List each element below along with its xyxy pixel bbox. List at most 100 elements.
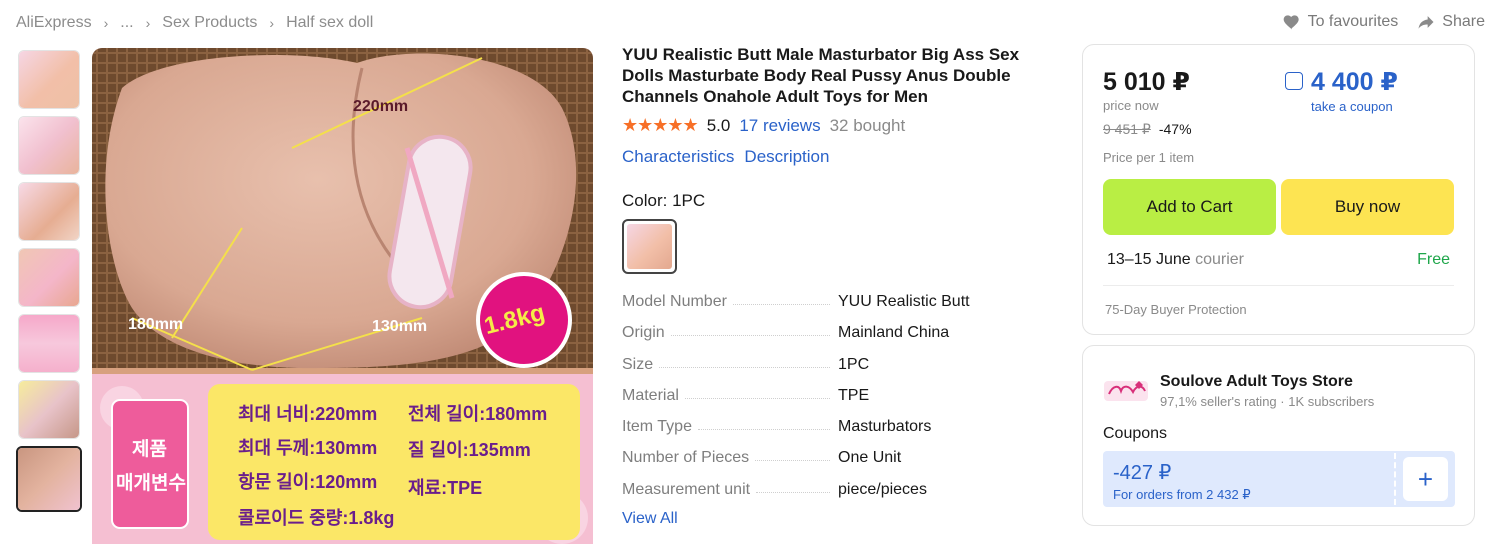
spec-key: Model Number	[622, 293, 733, 311]
breadcrumb-item-current[interactable]: Half sex doll	[286, 14, 373, 32]
subscriber-count: 1K subscribers	[1288, 394, 1375, 409]
delivery-cost: Free	[1417, 251, 1450, 268]
spec-line: 질 길이:135mm	[408, 440, 531, 460]
old-price-row: 9 451 ₽ -47%	[1103, 121, 1192, 138]
tab-description[interactable]: Description	[744, 147, 829, 167]
share-button[interactable]: Share	[1416, 12, 1485, 32]
spec-value: Mainland China	[838, 324, 950, 342]
thumbnail-6[interactable]	[18, 380, 80, 439]
seller-rating: 97,1% seller's rating	[1160, 394, 1277, 409]
delivery-method: courier	[1195, 251, 1244, 268]
breadcrumb: AliExpress › ... › Sex Products › Half s…	[16, 12, 373, 34]
add-coupon-button[interactable]: +	[1403, 457, 1448, 501]
favourites-label: To favourites	[1307, 13, 1399, 30]
share-label: Share	[1442, 13, 1485, 30]
breadcrumb-item-aliexpress[interactable]: AliExpress	[16, 14, 92, 32]
spec-value: YUU Realistic Butt	[838, 293, 970, 310]
spec-key: Size	[622, 355, 660, 374]
thumbnail-list	[16, 50, 82, 512]
spec-line: 재료:TPE	[408, 478, 483, 498]
chevron-right-icon: ›	[145, 15, 151, 31]
bought-count: 32 bought	[829, 115, 906, 135]
price-per-item: Price per 1 item	[1103, 150, 1195, 165]
thumbnail-1[interactable]	[18, 50, 80, 109]
coupon-divider	[1394, 453, 1396, 505]
spec-key: Number of Pieces	[622, 449, 756, 468]
store-logo[interactable]	[1103, 368, 1149, 414]
spec-key: Measurement unit	[622, 480, 757, 499]
spec-dots	[659, 356, 830, 368]
add-to-cart-button[interactable]: Add to Cart	[1103, 179, 1276, 235]
spec-row: Material TPE	[622, 386, 1052, 418]
spec-value: Masturbators	[838, 418, 932, 436]
dimension-label-depth: 180mm	[128, 316, 184, 333]
delivery-dates: 13–15 June	[1107, 251, 1191, 268]
color-option-1pc[interactable]	[622, 219, 677, 274]
spec-row: Number of Pieces One Unit	[622, 449, 1052, 480]
dimension-label-height: 130mm	[372, 318, 428, 335]
spec-value: One Unit	[838, 449, 902, 467]
reviews-link[interactable]: 17 reviews	[739, 116, 820, 136]
spec-dots	[732, 293, 830, 305]
spec-key: Material	[622, 386, 685, 405]
top-actions: To favourites Share	[1282, 12, 1485, 32]
store-name[interactable]: Soulove Adult Toys Store	[1160, 373, 1353, 391]
spec-value: piece/pieces	[838, 480, 927, 498]
side-title-line-1: 제품	[132, 439, 167, 460]
product-title: YUU Realistic Butt Male Masturbator Big …	[622, 45, 1020, 106]
coupon-condition: For orders from 2 432 ₽	[1113, 487, 1251, 502]
chevron-right-icon: ›	[103, 15, 109, 31]
thumbnail-4[interactable]	[18, 248, 80, 307]
view-all-link[interactable]: View All	[622, 510, 1052, 528]
spec-dots	[756, 481, 830, 493]
main-product-image[interactable]: 220mm 180mm 130mm 1.8kg 제품 매개변수 최대 너비:22…	[92, 48, 593, 544]
coupon-amount: -427 ₽	[1113, 462, 1172, 484]
spec-dots	[670, 324, 830, 337]
thumbnail-3[interactable]	[18, 182, 80, 241]
rating-value: 5.0	[706, 115, 731, 135]
breadcrumb-item-sex-products[interactable]: Sex Products	[162, 14, 257, 32]
coupon-checkbox[interactable]	[1285, 72, 1303, 90]
spec-value: 1PC	[838, 355, 870, 373]
spec-row: Origin Mainland China	[622, 324, 1052, 355]
favourites-button[interactable]: To favourites	[1282, 12, 1399, 32]
thumbnail-5[interactable]	[18, 314, 80, 373]
buy-now-button[interactable]: Buy now	[1281, 179, 1454, 235]
current-price: 5 010 ₽	[1103, 68, 1190, 96]
coupon-price[interactable]: 4 400 ₽	[1311, 67, 1398, 97]
spec-row: Measurement unit piece/pieces	[622, 480, 1052, 512]
store-panel: Soulove Adult Toys Store 97,1% seller's …	[1082, 345, 1475, 526]
old-price: 9 451 ₽	[1103, 121, 1151, 137]
star-rating-icon: ★★★★★	[622, 115, 699, 135]
store-coupon[interactable]: -427 ₽ For orders from 2 432 ₽ +	[1103, 451, 1455, 507]
buyer-protection[interactable]: 75-Day Buyer Protection	[1105, 302, 1247, 317]
store-meta: 97,1% seller's rating · 1K subscribers	[1160, 394, 1374, 409]
specs-table: Model Number YUU Realistic Butt Origin M…	[622, 293, 1052, 512]
spec-key: Item Type	[622, 418, 698, 437]
spec-line: 항문 길이:120mm	[238, 472, 378, 492]
breadcrumb-item-ellipsis[interactable]: ...	[120, 14, 133, 32]
spec-line: 전체 길이:180mm	[408, 404, 548, 424]
spec-dots	[755, 449, 830, 462]
divider	[1103, 285, 1454, 286]
thumbnail-2[interactable]	[18, 116, 80, 175]
heart-icon	[1283, 15, 1299, 30]
discount-percent: -47%	[1158, 121, 1192, 137]
delivery-info[interactable]: 13–15 June courier	[1107, 251, 1244, 269]
spec-line: 최대 너비:220mm	[238, 404, 378, 424]
tab-characteristics[interactable]: Characteristics	[622, 147, 734, 167]
side-title-line-2: 매개변수	[116, 473, 186, 494]
spec-row: Model Number YUU Realistic Butt	[622, 293, 1052, 324]
current-price-label: price now	[1103, 98, 1159, 113]
color-option-thumbnail	[627, 224, 672, 269]
spec-value: TPE	[838, 386, 870, 404]
product-info: YUU Realistic Butt Male Masturbator Big …	[622, 44, 1052, 528]
spec-key: Origin	[622, 324, 671, 343]
share-arrow-icon	[1418, 16, 1434, 29]
thumbnail-7-selected[interactable]	[16, 446, 82, 512]
dimension-label-width: 220mm	[353, 98, 409, 115]
spec-line: 콜로이드 중량:1.8kg	[238, 508, 395, 528]
store-logo-mark	[1104, 381, 1148, 401]
chevron-right-icon: ›	[269, 15, 275, 31]
take-coupon-link[interactable]: take a coupon	[1311, 99, 1393, 114]
